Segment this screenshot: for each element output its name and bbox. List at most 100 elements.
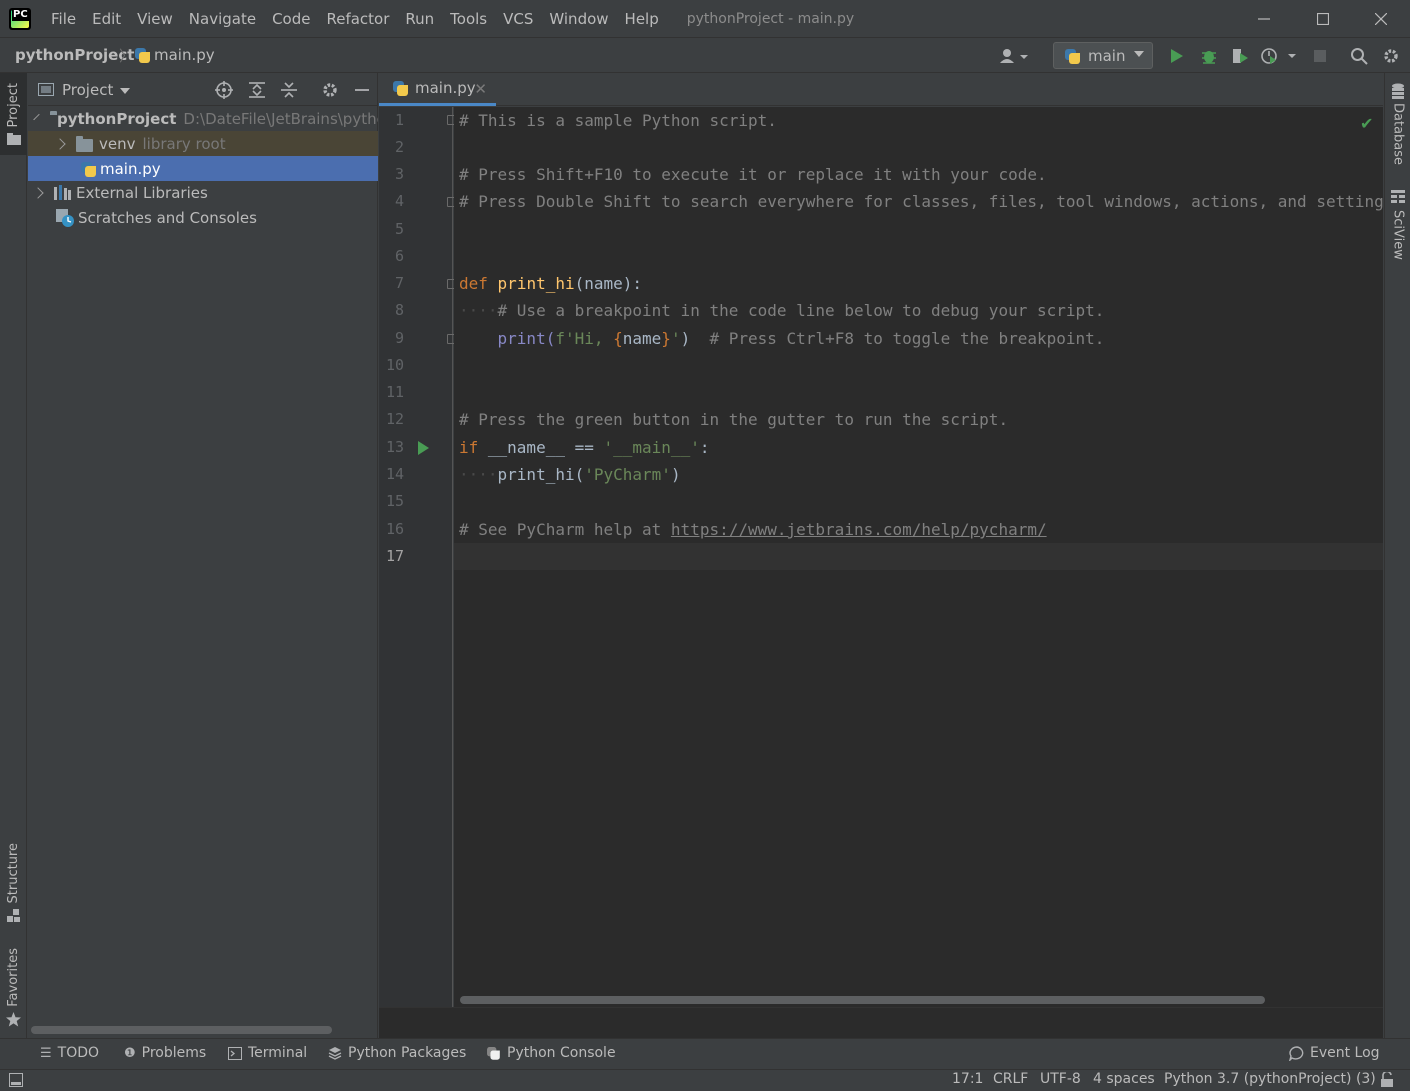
line-number: 12 <box>385 410 404 428</box>
code-editor[interactable]: # This is a sample Python script. # Pres… <box>454 107 1383 1007</box>
menu-run[interactable]: Run <box>397 10 442 28</box>
minimize-button[interactable] <box>1235 0 1293 37</box>
menu-view[interactable]: View <box>129 10 181 28</box>
unlock-icon[interactable] <box>1380 1072 1394 1088</box>
breadcrumb-project[interactable]: pythonProject <box>15 46 134 64</box>
tool-tab-database[interactable]: Database <box>1385 83 1410 165</box>
run-button[interactable] <box>1167 46 1187 66</box>
tree-item-pythonproject[interactable]: pythonProject D:\DateFile\JetBrains\pyth… <box>28 106 378 131</box>
editor-horizontal-scrollbar[interactable] <box>460 996 1265 1004</box>
chevron-down-icon[interactable] <box>33 113 40 120</box>
line-number: 2 <box>394 138 404 156</box>
toggle-tool-windows-icon[interactable] <box>9 1073 23 1087</box>
menu-tools[interactable]: Tools <box>442 10 495 28</box>
menu-vcs[interactable]: VCS <box>495 10 541 28</box>
run-with-coverage-button[interactable] <box>1230 46 1250 66</box>
profile-button[interactable] <box>1260 46 1296 66</box>
hide-panel-button[interactable] <box>352 80 372 100</box>
tree-item-main-py[interactable]: main.py <box>28 156 378 181</box>
menu-edit[interactable]: Edit <box>84 10 129 28</box>
project-panel-header: Project <box>28 73 378 106</box>
maximize-icon <box>1317 12 1329 25</box>
colon-token: : <box>699 438 710 457</box>
indent-setting[interactable]: 4 spaces <box>1093 1071 1155 1087</box>
tree-item-label: pythonProject <box>57 109 177 128</box>
speech-bubble-icon <box>1289 1045 1304 1061</box>
tree-item-annotation: library root <box>142 134 226 153</box>
chevron-down-icon[interactable] <box>120 88 130 94</box>
tool-tab-problems[interactable]: ❶ Problems <box>124 1045 206 1061</box>
tree-item-label: main.py <box>100 159 161 178</box>
search-everywhere-button[interactable] <box>1349 46 1369 66</box>
minimize-icon <box>355 89 369 91</box>
tool-tab-sciview[interactable]: SciView <box>1385 190 1410 260</box>
line-number: 15 <box>385 492 404 510</box>
line-number: 8 <box>394 301 404 319</box>
chevron-right-icon[interactable] <box>54 137 66 150</box>
maximize-button[interactable] <box>1294 0 1352 37</box>
gear-icon <box>1384 49 1398 63</box>
tool-tab-favorites[interactable]: Favorites <box>0 948 27 1027</box>
project-options-button[interactable] <box>320 80 340 100</box>
help-link[interactable]: https://www.jetbrains.com/help/pycharm/ <box>671 520 1047 539</box>
stop-icon <box>1314 50 1326 62</box>
tree-item-path: D:\DateFile\JetBrains\python <box>183 109 378 128</box>
tool-tab-structure[interactable]: Structure <box>0 843 27 923</box>
editor-gutter[interactable]: 1 2 3 4 5 6 7 8 9 10 11 12 13 14 15 16 1… <box>379 107 456 1007</box>
collapse-all-button[interactable] <box>279 80 299 100</box>
chevron-right-icon[interactable] <box>32 186 44 199</box>
tree-item-external-libraries[interactable]: External Libraries <box>28 180 378 205</box>
debug-button[interactable] <box>1199 46 1219 66</box>
menu-code[interactable]: Code <box>264 10 318 28</box>
fstring-token: f'Hi, <box>555 329 614 348</box>
run-gutter-icon[interactable] <box>418 441 429 455</box>
menu-navigate[interactable]: Navigate <box>181 10 264 28</box>
menu-file[interactable]: File <box>43 10 84 28</box>
no-problems-check-icon[interactable]: ✔ <box>1360 114 1373 133</box>
settings-button[interactable] <box>1381 46 1401 66</box>
line-number: 11 <box>385 383 404 401</box>
tool-tab-python-console[interactable]: Python Console <box>485 1045 616 1061</box>
call-token: print_hi( <box>497 465 585 484</box>
tool-tab-sciview-label: SciView <box>1390 210 1406 260</box>
tool-tab-todo[interactable]: ☰ TODO <box>40 1045 99 1061</box>
tool-tab-project[interactable]: Project <box>0 73 27 155</box>
indent-guide: ···· <box>459 465 498 484</box>
tool-tab-python-packages[interactable]: Python Packages <box>328 1045 466 1061</box>
stop-button[interactable] <box>1310 46 1330 66</box>
brace-token: { <box>613 329 623 348</box>
tree-item-scratches[interactable]: Scratches and Consoles <box>28 205 378 230</box>
project-horizontal-scrollbar[interactable] <box>31 1026 332 1034</box>
tool-tab-event-log[interactable]: Event Log <box>1289 1045 1380 1061</box>
select-opened-file-button[interactable] <box>214 80 234 100</box>
tool-tab-terminal[interactable]: Terminal <box>228 1045 307 1061</box>
caret-position[interactable]: 17:1 <box>952 1071 983 1087</box>
vcs-user-button[interactable] <box>998 46 1030 66</box>
file-encoding[interactable]: UTF-8 <box>1040 1071 1081 1087</box>
line-separator[interactable]: CRLF <box>993 1071 1028 1087</box>
line-number: 10 <box>385 356 404 374</box>
breadcrumb-file[interactable]: main.py <box>154 46 215 64</box>
tree-item-venv[interactable]: venv library root <box>28 131 378 156</box>
menu-help[interactable]: Help <box>617 10 667 28</box>
editor-tab-main-py[interactable]: main.py ✕ <box>379 73 496 106</box>
close-icon[interactable]: ✕ <box>474 80 487 98</box>
indent-guide: ···· <box>459 301 498 320</box>
pycharm-logo-icon: PC <box>9 7 31 30</box>
profiler-icon <box>1261 48 1296 64</box>
expand-all-button[interactable] <box>247 80 267 100</box>
menu-window[interactable]: Window <box>541 10 616 28</box>
tool-tab-favorites-label: Favorites <box>6 948 21 1007</box>
run-configuration-selector[interactable]: main <box>1053 42 1153 69</box>
run-icon <box>1171 49 1183 63</box>
code-line-8: ····# Use a breakpoint in the code line … <box>459 297 1104 324</box>
terminal-icon <box>228 1046 242 1060</box>
python-interpreter[interactable]: Python 3.7 (pythonProject) (3) <box>1164 1071 1376 1087</box>
right-tool-strip: Database SciView <box>1384 73 1410 1038</box>
close-window-button[interactable] <box>1352 0 1410 37</box>
list-icon: ☰ <box>40 1045 52 1061</box>
project-view-selector[interactable]: Project <box>62 81 113 99</box>
keyword-token: if <box>459 438 479 457</box>
menu-refactor[interactable]: Refactor <box>318 10 397 28</box>
debug-bug-icon <box>1202 51 1216 64</box>
